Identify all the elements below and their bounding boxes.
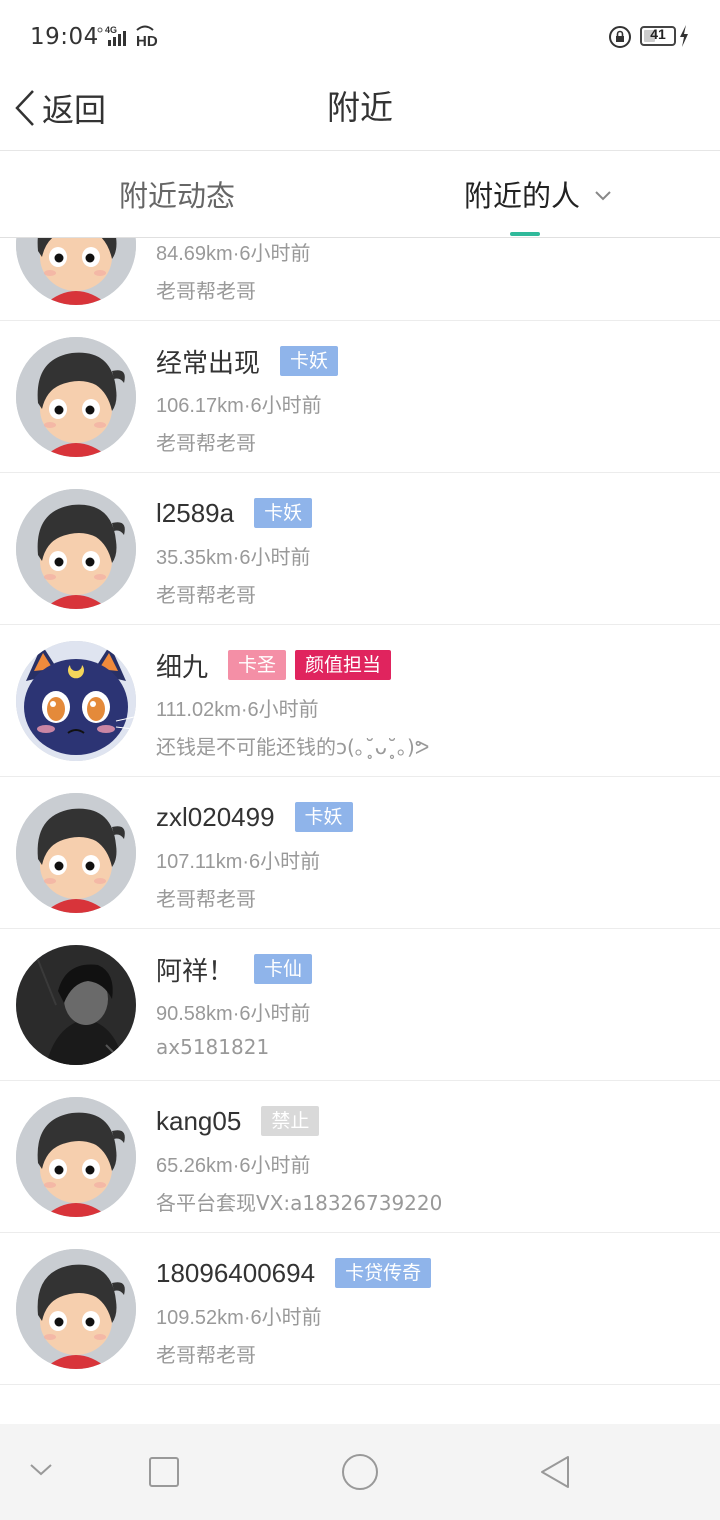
people-list[interactable]: ge199666卡圣84.69km·6小时前老哥帮老哥 经常出现卡妖106.17…: [0, 238, 720, 1424]
level-badge: 卡贷传奇: [335, 1258, 432, 1288]
distance-time: 111.02km·6小时前: [156, 699, 319, 721]
svg-text:4G: 4G: [105, 25, 117, 35]
list-item[interactable]: 阿祥！ 卡仙 90.58km·6小时前 ax5181821: [0, 929, 720, 1081]
avatar[interactable]: [16, 641, 136, 761]
avatar[interactable]: [16, 1097, 136, 1217]
level-badge: 卡圣: [228, 650, 287, 680]
avatar[interactable]: [16, 489, 136, 609]
level-badge: 卡妖: [254, 498, 313, 528]
signature: 老哥帮老哥: [156, 887, 256, 911]
name-line: 经常出现 卡妖: [156, 344, 339, 378]
name-line: 阿祥！ 卡仙: [156, 952, 313, 986]
avatar[interactable]: [16, 1249, 136, 1369]
name-line: kang05 禁止: [156, 1104, 320, 1138]
chevron-down-icon[interactable]: [594, 190, 612, 202]
tab-nearby-posts[interactable]: 附近动态: [119, 151, 235, 237]
tab-label: 附近动态: [119, 179, 236, 213]
distance-time: 35.35km·6小时前: [156, 547, 311, 569]
distance-time: 106.17km·6小时前: [156, 395, 322, 417]
user-name: 18096400694: [156, 1257, 316, 1288]
signature: 老哥帮老哥: [156, 583, 256, 607]
distance-time: 109.52km·6小时前: [156, 1307, 322, 1329]
status-time: 19:04: [30, 24, 99, 50]
charging-icon: [680, 25, 688, 47]
name-line: 18096400694 卡贷传奇: [156, 1256, 432, 1290]
list-item[interactable]: l2589a 卡妖 35.35km·6小时前 老哥帮老哥: [0, 473, 720, 625]
level-badge: 卡妖: [294, 802, 353, 832]
list-item[interactable]: 经常出现 卡妖 106.17km·6小时前 老哥帮老哥: [0, 321, 720, 473]
level-badge: 禁止: [261, 1106, 320, 1136]
avatar[interactable]: [16, 945, 136, 1065]
avatar[interactable]: [16, 238, 136, 305]
active-tab-indicator: [510, 232, 540, 236]
tab-bar: 附近动态 附近的人: [0, 151, 720, 238]
rotation-lock-icon: [609, 26, 631, 48]
level-badge: 卡妖: [280, 346, 339, 376]
distance-time: 84.69km·6小时前: [156, 243, 311, 265]
tab-nearby-people[interactable]: 附近的人: [464, 151, 612, 237]
avatar[interactable]: [16, 793, 136, 913]
name-line: zxl020499 卡妖: [156, 800, 353, 834]
distance-time: 107.11km·6小时前: [156, 851, 321, 873]
status-bar: 19:04 4G HD 41: [0, 0, 720, 72]
user-name: l2589a: [156, 497, 235, 528]
signature: 还钱是不可能还钱的ↄ(｡˘̥ᴗ˘̥｡)ᕗ: [156, 735, 430, 759]
signature: ax5181821: [156, 1035, 270, 1059]
tab-label: 附近的人: [464, 179, 581, 213]
signature: 老哥帮老哥: [156, 431, 256, 455]
header: 返回 附近: [0, 72, 720, 151]
user-name: zxl020499: [156, 801, 275, 832]
home-icon[interactable]: [340, 1452, 380, 1492]
list-item[interactable]: ge199666卡圣84.69km·6小时前老哥帮老哥: [0, 238, 720, 321]
page-title: 附近: [327, 88, 393, 127]
back-triangle-icon[interactable]: [538, 1454, 572, 1490]
recents-icon[interactable]: [148, 1456, 180, 1488]
signature: 各平台套现VX:a18326739220: [156, 1191, 443, 1215]
level-badge: 卡仙: [254, 954, 313, 984]
user-name: 细九: [156, 651, 209, 682]
name-line: l2589a 卡妖: [156, 496, 313, 530]
user-name: kang05: [156, 1105, 242, 1136]
signature: 老哥帮老哥: [156, 1343, 256, 1367]
list-item[interactable]: 细九 卡圣 颜值担当 111.02km·6小时前还钱是不可能还钱的ↄ(｡˘̥ᴗ˘̥｡)…: [0, 625, 720, 777]
list-item[interactable]: 18096400694 卡贷传奇 109.52km·6小时前 老哥帮老哥: [0, 1233, 720, 1385]
user-name: 经常出现: [156, 347, 261, 378]
list-item[interactable]: kang05 禁止 65.26km·6小时前各平台套现VX:a18326739220: [0, 1081, 720, 1233]
level-badge: 颜值担当: [295, 650, 392, 680]
signature: 老哥帮老哥: [156, 279, 256, 303]
distance-time: 65.26km·6小时前: [156, 1155, 311, 1177]
user-name: 阿祥！: [156, 955, 235, 986]
signal-icon: 4G HD: [97, 25, 158, 50]
system-nav-bar: [0, 1424, 720, 1520]
distance-time: 90.58km·6小时前: [156, 1003, 311, 1025]
svg-text:HD: HD: [136, 33, 158, 50]
chevron-down-icon[interactable]: [28, 1462, 54, 1478]
avatar[interactable]: [16, 337, 136, 457]
name-line: 细九 卡圣 颜值担当: [156, 648, 392, 682]
battery-icon: 41: [640, 26, 676, 46]
list-item[interactable]: zxl020499 卡妖 107.11km·6小时前 老哥帮老哥: [0, 777, 720, 929]
